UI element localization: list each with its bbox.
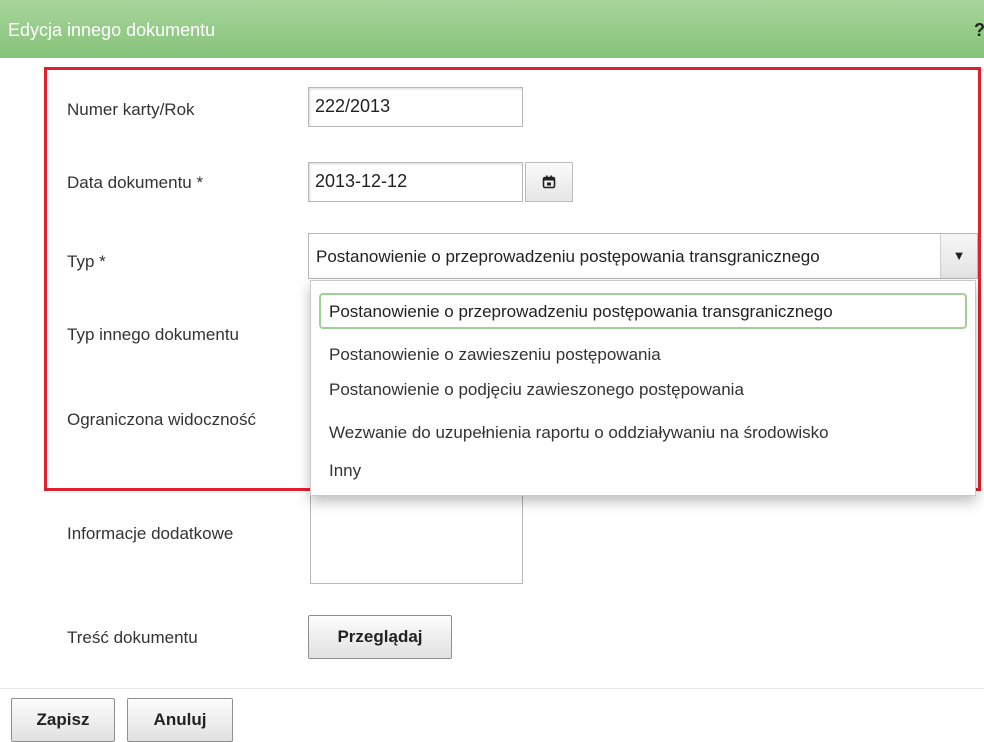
limited-visibility-label: Ograniczona widoczność [67,410,256,429]
other-type-label: Typ innego dokumentu [67,325,240,344]
dropdown-option[interactable]: Postanowienie o podjęciu zawieszonego po… [329,380,744,400]
dropdown-option[interactable]: Wezwanie do uzupełnienia raportu o oddzi… [329,423,829,443]
content-label: Treść dokumentu [67,628,198,647]
card-number-label: Numer karty/Rok [67,100,195,119]
calendar-button[interactable] [525,162,573,202]
calendar-icon [542,175,556,189]
footer-divider [0,688,984,689]
type-select[interactable]: Postanowienie o przeprowadzeniu postępow… [308,233,978,279]
additional-info-label: Informacje dodatkowe [67,524,234,543]
type-dropdown-list: Postanowienie o przeprowadzeniu postępow… [310,280,976,496]
chevron-down-icon[interactable]: ▼ [940,234,977,278]
document-date-label: Data dokumentu * [67,173,204,192]
type-label: Typ * [67,252,106,271]
dropdown-option-selected[interactable]: Postanowienie o przeprowadzeniu postępow… [319,293,967,329]
cancel-button[interactable]: Anuluj [127,698,233,742]
save-button[interactable]: Zapisz [11,698,115,742]
card-number-input[interactable]: 222/2013 [308,87,523,127]
dropdown-option[interactable]: Inny [329,461,361,481]
browse-button[interactable]: Przeglądaj [308,615,452,659]
dialog-title: Edycja innego dokumentu [8,20,216,40]
document-date-input[interactable]: 2013-12-12 [308,162,523,202]
dropdown-option[interactable]: Postanowienie o zawieszeniu postępowania [329,345,661,365]
additional-info-textarea[interactable] [310,492,523,584]
dialog-titlebar: Edycja innego dokumentu ? [0,0,984,58]
help-icon[interactable]: ? [974,20,984,41]
type-select-value: Postanowienie o przeprowadzeniu postępow… [316,247,820,266]
